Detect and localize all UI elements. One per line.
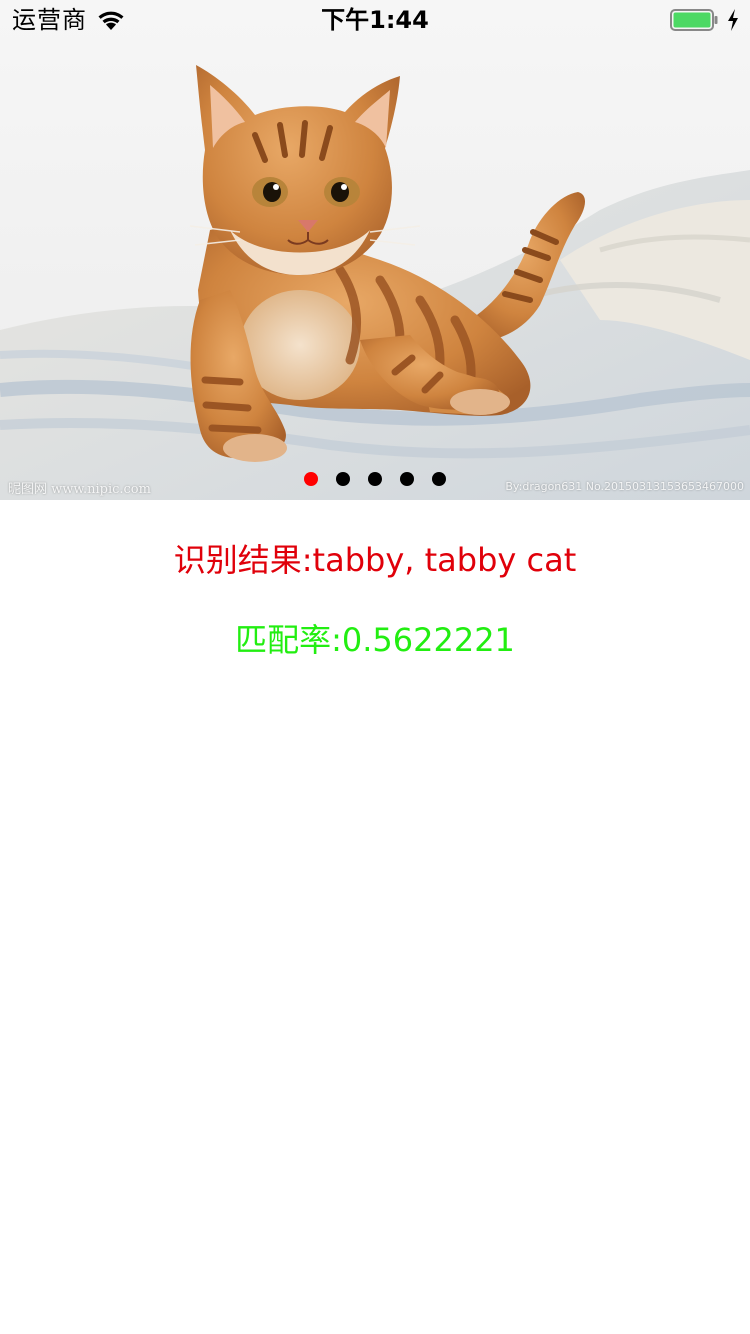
page-dot-1[interactable]: [304, 472, 318, 486]
page-dot-5[interactable]: [432, 472, 446, 486]
recognition-result-label: 识别结果:tabby, tabby cat: [173, 541, 577, 579]
status-bar: 运营商 下午1:44: [0, 0, 750, 40]
clock: 下午1:44: [321, 6, 429, 34]
page-dot-3[interactable]: [368, 472, 382, 486]
match-rate-label: 匹配率:0.5622221: [235, 621, 515, 659]
image-carousel[interactable]: 昵图网 www.nipic.com By:dragon631 No.201503…: [0, 0, 750, 500]
page-dot-2[interactable]: [336, 472, 350, 486]
page-dot-4[interactable]: [400, 472, 414, 486]
cat-photo: [0, 0, 750, 500]
battery-full-icon: [670, 9, 718, 31]
screen: 昵图网 www.nipic.com By:dragon631 No.201503…: [0, 0, 750, 1334]
charging-bolt-icon: [728, 9, 738, 31]
page-control[interactable]: [0, 472, 750, 488]
